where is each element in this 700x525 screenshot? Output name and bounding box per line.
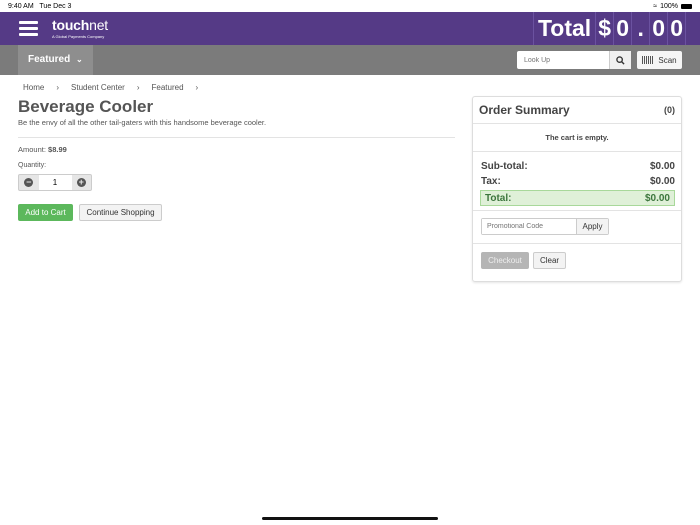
subtotal-label: Sub-total: — [481, 161, 528, 172]
quantity-label: Quantity: — [18, 162, 47, 169]
total-display: Total $ 0 . 0 0 — [532, 12, 686, 45]
total-char: . — [631, 12, 649, 45]
divider — [473, 243, 681, 244]
amount-value: $8.99 — [48, 145, 67, 154]
add-to-cart-button[interactable]: Add to Cart — [18, 204, 73, 221]
divider — [18, 137, 455, 138]
home-indicator — [262, 517, 438, 520]
chevron-right-icon: › — [195, 83, 199, 92]
breadcrumb-student-center[interactable]: Student Center — [71, 83, 125, 92]
total-row: Total: $0.00 — [480, 190, 675, 206]
breadcrumb: Home › Student Center › Featured › — [23, 83, 198, 92]
promo-group: Apply — [481, 218, 609, 235]
lookup-input[interactable] — [517, 51, 609, 69]
total-char: $ — [595, 12, 613, 45]
checkout-button[interactable]: Checkout — [481, 252, 529, 269]
product-title: Beverage Cooler — [18, 97, 154, 116]
cart-empty-message: The cart is empty. — [473, 124, 681, 152]
wifi-icon: ≈ — [653, 3, 658, 10]
total-label: Total — [532, 12, 595, 45]
menu-icon[interactable] — [19, 21, 38, 36]
total-char: 0 — [667, 12, 686, 45]
quantity-stepper: − + — [18, 174, 92, 191]
battery-level: 100% — [660, 3, 678, 10]
status-right: ≈100% — [653, 3, 692, 10]
scan-label: Scan — [658, 55, 677, 65]
chevron-right-icon: › — [56, 83, 60, 92]
amount: Amount: $8.99 — [18, 145, 67, 154]
status-time: 9:40 AM Tue Dec 3 — [8, 3, 71, 10]
quantity-input[interactable] — [38, 175, 72, 190]
order-summary: Order Summary (0) The cart is empty. Sub… — [472, 96, 682, 282]
nav-bar: Featured ⌄ Scan — [0, 45, 700, 75]
divider — [473, 210, 681, 211]
lookup-box — [517, 51, 631, 69]
total-label: Total: — [485, 192, 512, 204]
scan-button[interactable]: Scan — [637, 51, 682, 69]
clear-button[interactable]: Clear — [533, 252, 566, 269]
app-header: touchnet A Global Payments Company Total… — [0, 12, 700, 45]
tax-row: Tax: $0.00 — [481, 176, 675, 187]
item-count: (0) — [664, 105, 675, 115]
featured-label: Featured — [28, 54, 71, 65]
brand-suffix: net — [89, 17, 108, 33]
chevron-right-icon: › — [136, 83, 140, 92]
barcode-icon — [642, 56, 654, 64]
summary-header: Order Summary (0) — [473, 97, 681, 124]
increment-button[interactable]: + — [72, 178, 92, 187]
total-char: 0 — [649, 12, 667, 45]
tax-value: $0.00 — [649, 176, 675, 187]
time: 9:40 AM — [8, 3, 34, 10]
battery-icon — [681, 4, 692, 9]
breadcrumb-home[interactable]: Home — [23, 83, 44, 92]
tagline: A Global Payments Company — [52, 34, 105, 39]
apply-button[interactable]: Apply — [576, 219, 608, 234]
search-button[interactable] — [609, 51, 631, 69]
total-value: $0.00 — [644, 192, 670, 204]
tax-label: Tax: — [481, 176, 501, 187]
amount-label: Amount: — [18, 145, 46, 154]
decrement-button[interactable]: − — [19, 178, 39, 187]
product-description: Be the envy of all the other tail-gaters… — [18, 118, 267, 127]
summary-title: Order Summary — [479, 103, 570, 117]
promo-code-input[interactable] — [482, 219, 576, 234]
date: Tue Dec 3 — [39, 3, 72, 10]
minus-icon: − — [24, 177, 34, 187]
brand: touch — [52, 17, 90, 33]
plus-icon: + — [76, 177, 86, 187]
breadcrumb-featured[interactable]: Featured — [152, 83, 184, 92]
total-char: 0 — [613, 12, 631, 45]
continue-shopping-button[interactable]: Continue Shopping — [79, 204, 162, 221]
chevron-down-icon: ⌄ — [76, 55, 83, 64]
touchnet-logo: touchnet A Global Payments Company — [52, 17, 108, 39]
subtotal-row: Sub-total: $0.00 — [481, 161, 675, 172]
subtotal-value: $0.00 — [649, 161, 675, 172]
featured-dropdown[interactable]: Featured ⌄ — [18, 45, 93, 75]
search-icon — [616, 55, 625, 65]
